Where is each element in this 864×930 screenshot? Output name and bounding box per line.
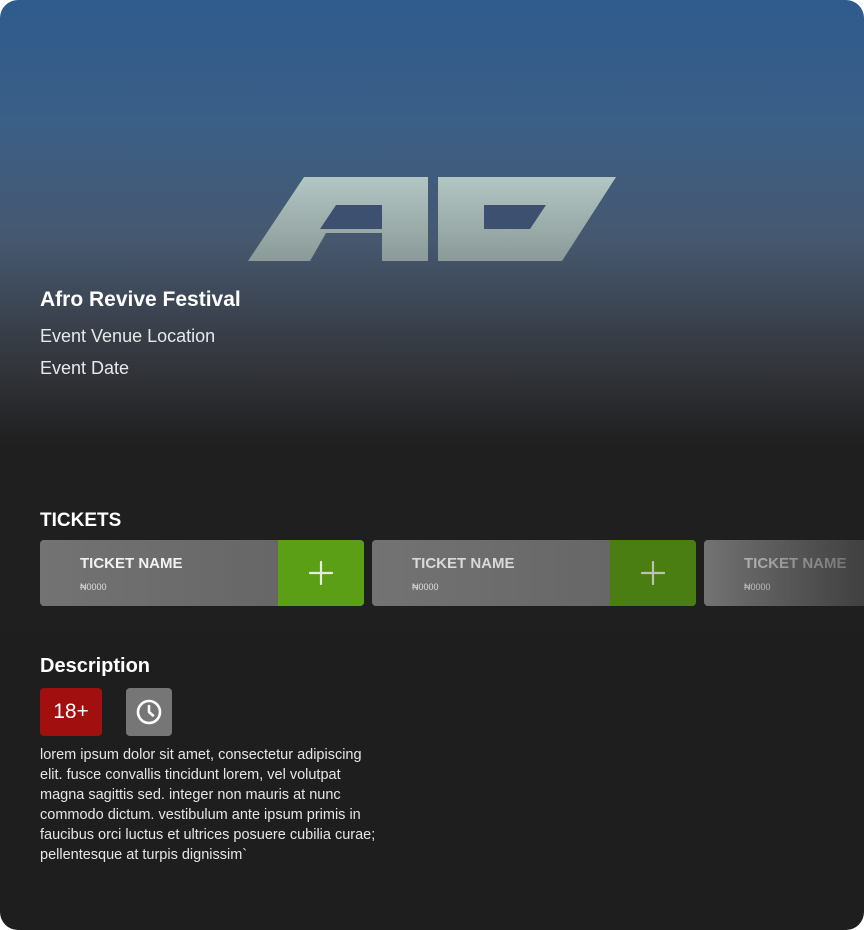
event-date: Event Date xyxy=(40,358,130,378)
event-title: Afro Revive Festival xyxy=(40,288,241,311)
clock-icon xyxy=(136,699,162,725)
description-text: lorem ipsum dolor sit amet, consectetur … xyxy=(40,747,376,863)
event-details-screen: Afro Revive Festival Event Venue Locatio… xyxy=(0,0,864,930)
ticket-card[interactable]: TICKET NAME ₦0000 xyxy=(372,540,696,606)
ticket-name: TICKET NAME xyxy=(744,555,847,572)
add-ticket-button[interactable] xyxy=(278,540,364,606)
duration-badge xyxy=(126,688,172,736)
ticket-price: ₦0000 xyxy=(80,582,107,592)
festival-logo xyxy=(248,177,616,261)
ticket-price: ₦0000 xyxy=(744,582,771,592)
event-venue: Event Venue Location xyxy=(40,326,216,346)
description-heading: Description xyxy=(40,655,151,677)
age-rating-badge: 18+ xyxy=(40,688,102,736)
plus-icon xyxy=(309,561,333,585)
ticket-name: TICKET NAME xyxy=(80,555,183,572)
tickets-heading: TICKETS xyxy=(40,510,122,531)
plus-icon xyxy=(641,561,665,585)
ticket-name: TICKET NAME xyxy=(412,555,515,572)
tickets-carousel[interactable]: TICKET NAME ₦0000 TICKET NAME ₦0000 TICK… xyxy=(40,540,864,606)
ticket-card[interactable]: TICKET NAME ₦0000 xyxy=(704,540,864,606)
ticket-price: ₦0000 xyxy=(412,582,439,592)
ticket-card[interactable]: TICKET NAME ₦0000 xyxy=(40,540,364,606)
add-ticket-button[interactable] xyxy=(610,540,696,606)
